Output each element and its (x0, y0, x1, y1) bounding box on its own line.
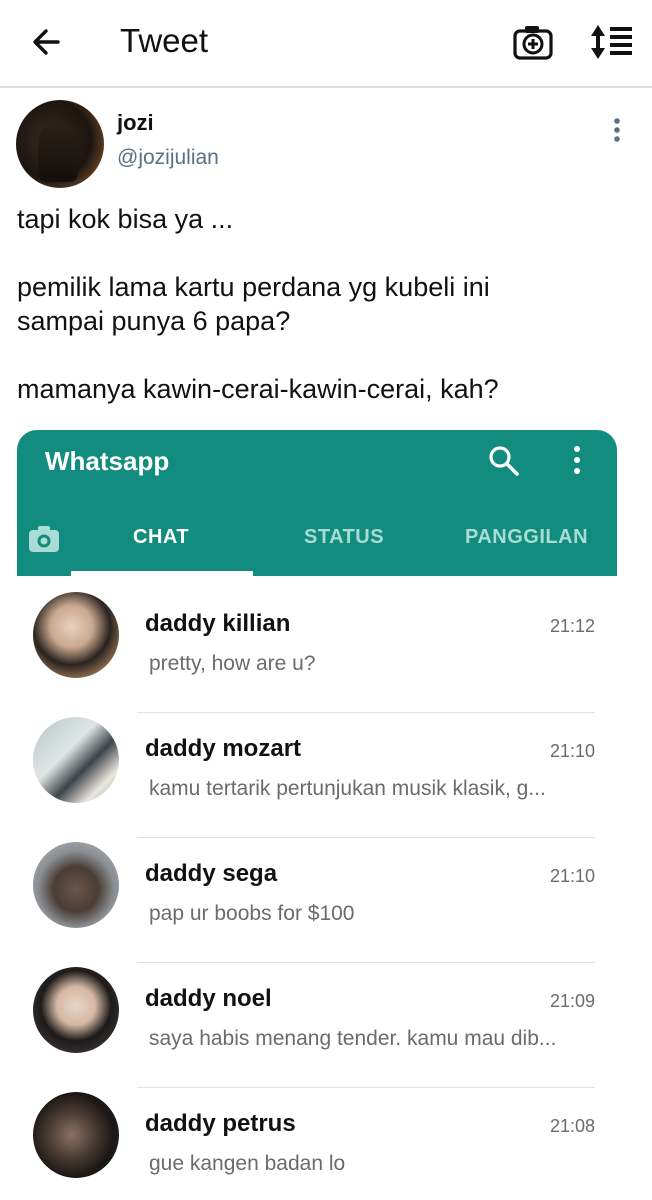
divider (137, 1087, 595, 1088)
whatsapp-title: Whatsapp (45, 446, 170, 476)
list-item: daddy mozart 21:10 kamu tertarik pertunj… (17, 717, 617, 842)
avatar (33, 717, 119, 803)
chat-name: daddy noel (145, 985, 272, 1012)
chat-message: kamu tertarik pertunjukan musik klasik, … (149, 777, 546, 800)
list-item: daddy petrus 21:08 gue kangen badan lo (17, 1092, 617, 1200)
divider (137, 837, 595, 838)
list-item: daddy noel 21:09 saya habis menang tende… (17, 967, 617, 1092)
chat-time: 21:12 (549, 616, 595, 636)
sort-icon[interactable] (588, 22, 634, 62)
more-vertical-icon[interactable] (606, 116, 628, 144)
divider (137, 962, 595, 963)
camera-icon (29, 526, 59, 552)
list-item: daddy sega 21:10 pap ur boobs for $100 (17, 842, 617, 967)
tweet-line: mamanya kawin-cerai-kawin-cerai, kah? (17, 374, 499, 404)
tab-panggilan: PANGGILAN (465, 526, 589, 548)
tweet-line: tapi kok bisa ya ... (17, 204, 234, 234)
search-icon (489, 446, 519, 476)
tweet-media-image[interactable]: Whatsapp CHAT STATUS PANGGILAN daddy kil… (17, 430, 617, 1200)
arrow-left-icon[interactable] (28, 22, 68, 62)
chat-name: daddy sega (145, 860, 278, 887)
chat-time: 21:09 (549, 991, 595, 1011)
more-vertical-icon (574, 446, 580, 474)
chat-time: 21:10 (549, 866, 595, 886)
camera-plus-icon[interactable] (512, 22, 554, 62)
tweet-line: pemilik lama kartu perdana yg kubeli ini (17, 272, 490, 302)
avatar (33, 592, 119, 678)
avatar (33, 1092, 119, 1178)
chat-message: pretty, how are u? (149, 652, 316, 675)
tab-status: STATUS (304, 526, 385, 548)
tweet-text: tapi kok bisa ya ... pemilik lama kartu … (17, 202, 617, 406)
user-handle[interactable]: @jozijulian (117, 146, 219, 170)
tab-chat: CHAT (133, 526, 190, 548)
chat-time: 21:10 (549, 741, 595, 761)
chat-message: pap ur boobs for $100 (149, 902, 355, 925)
whatsapp-header: Whatsapp CHAT STATUS PANGGILAN (17, 430, 617, 576)
page-title: Tweet (120, 22, 209, 59)
avatar[interactable] (16, 100, 104, 188)
chat-name: daddy killian (145, 610, 291, 637)
chat-message: saya habis menang tender. kamu mau dib..… (149, 1027, 557, 1050)
divider (137, 712, 595, 713)
chat-name: daddy mozart (145, 735, 302, 762)
tweet-line: sampai punya 6 papa? (17, 306, 291, 336)
avatar (33, 967, 119, 1053)
list-item: daddy killian 21:12 pretty, how are u? (17, 592, 617, 717)
avatar (33, 842, 119, 928)
app-bar: Tweet (0, 0, 652, 88)
user-display-name[interactable]: jozi (117, 110, 154, 136)
active-tab-indicator (71, 571, 253, 576)
chat-message: gue kangen badan lo (149, 1152, 346, 1175)
chat-name: daddy petrus (145, 1110, 296, 1137)
chat-time: 21:08 (549, 1116, 595, 1136)
